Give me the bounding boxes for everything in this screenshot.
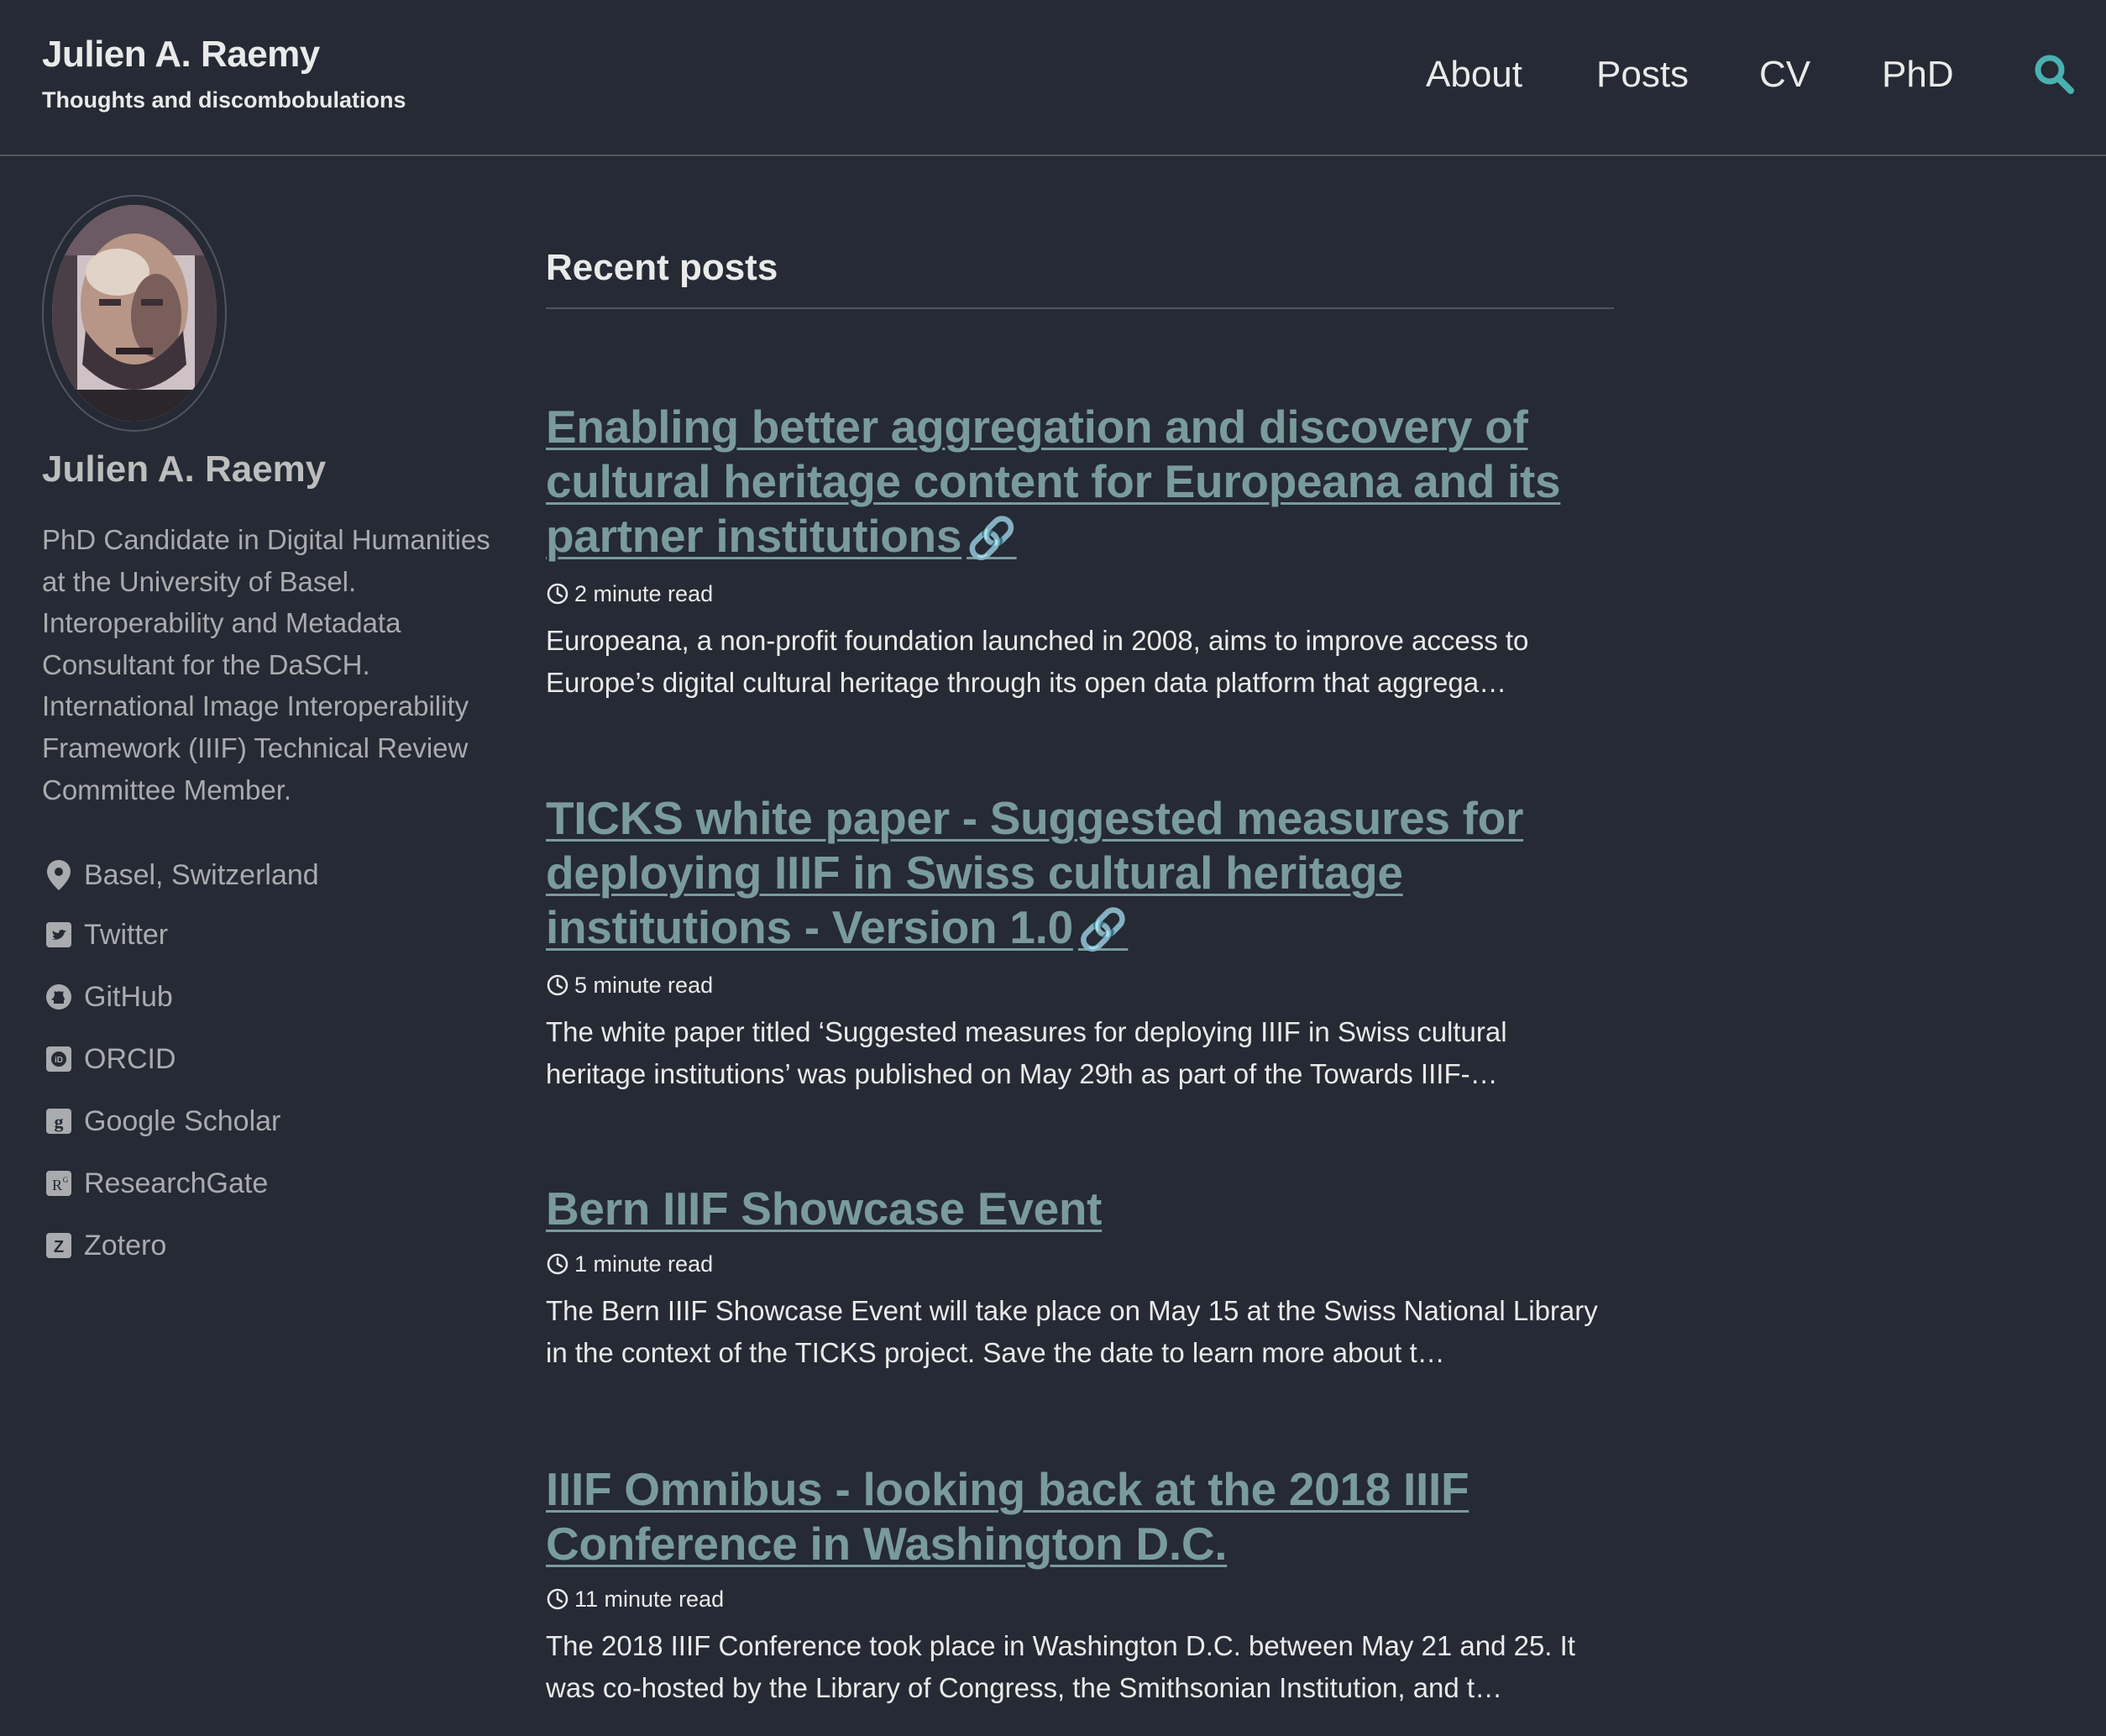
section-title: Recent posts: [546, 242, 1614, 309]
github-icon: [42, 980, 76, 1014]
author-name: Julien A. Raemy: [42, 448, 327, 490]
nav-posts[interactable]: Posts: [1596, 54, 1689, 96]
map-marker-icon: [42, 858, 76, 892]
post-item: TICKS white paper - Suggested measures f…: [546, 791, 1614, 1122]
google-scholar-icon: g: [42, 1104, 76, 1138]
masthead: Julien A. Raemy Thoughts and discombobul…: [0, 0, 2106, 156]
read-time-label: 5 minute read: [574, 972, 714, 998]
sidebar-link-label[interactable]: ORCID: [84, 1043, 176, 1076]
researchgate-icon: RG: [42, 1167, 76, 1200]
post-item: Enabling better aggregation and discover…: [546, 400, 1614, 731]
clock-icon: [547, 1588, 568, 1610]
post-item: Bern IIIF Showcase Event 1 minute read T…: [546, 1182, 1614, 1401]
svg-text:g: g: [55, 1111, 64, 1132]
post-excerpt: Europeana, a non-profit foundation launc…: [546, 625, 1529, 698]
svg-text:G: G: [63, 1176, 69, 1184]
site-subtitle: Thoughts and discombobulations: [42, 87, 406, 113]
svg-text:R: R: [52, 1177, 62, 1193]
post-excerpt: The Bern IIIF Showcase Event will take p…: [546, 1295, 1598, 1368]
clock-icon: [547, 1253, 568, 1275]
read-time: 2 minute read: [546, 578, 1614, 610]
svg-text:iD: iD: [55, 1056, 63, 1065]
sidebar-link-orcid[interactable]: iD ORCID: [42, 1028, 512, 1090]
clock-icon: [547, 583, 568, 605]
post-title-text[interactable]: Bern IIIF Showcase Event: [546, 1183, 1102, 1235]
clock-icon: [547, 974, 568, 996]
read-time: 5 minute read: [546, 969, 1614, 1001]
sidebar-link-github[interactable]: GitHub: [42, 966, 512, 1028]
search-icon[interactable]: [2032, 52, 2076, 96]
sidebar-link-google-scholar[interactable]: g Google Scholar: [42, 1090, 512, 1152]
site-title[interactable]: Julien A. Raemy: [42, 34, 320, 76]
avatar: [42, 195, 227, 432]
zotero-icon: Z: [42, 1229, 76, 1262]
twitter-icon: [42, 918, 76, 952]
read-time-label: 2 minute read: [574, 580, 714, 606]
sidebar-link-label[interactable]: ResearchGate: [84, 1167, 268, 1200]
post-title-link[interactable]: IIIF Omnibus - looking back at the 2018 …: [546, 1462, 1614, 1571]
post-title-text[interactable]: IIIF Omnibus - looking back at the 2018 …: [546, 1463, 1469, 1570]
svg-text:Z: Z: [54, 1238, 64, 1256]
permalink-icon[interactable]: 🔗: [1078, 908, 1129, 952]
sidebar-link-researchgate[interactable]: RG ResearchGate: [42, 1152, 512, 1214]
post-excerpt: The 2018 IIIF Conference took place in W…: [546, 1630, 1575, 1703]
read-time: 11 minute read: [546, 1583, 1614, 1615]
avatar-photo: [52, 205, 217, 422]
permalink-icon[interactable]: 🔗: [967, 517, 1017, 561]
post-title-link[interactable]: Bern IIIF Showcase Event: [546, 1182, 1614, 1236]
sidebar-link-zotero[interactable]: Z Zotero: [42, 1214, 512, 1277]
nav-about[interactable]: About: [1426, 54, 1522, 96]
orcid-icon: iD: [42, 1042, 76, 1076]
main-content: Recent posts Enabling better aggregation…: [546, 242, 1614, 1703]
author-links: Basel, Switzerland Twitter GitHub iD ORC…: [42, 847, 512, 1277]
read-time-label: 1 minute read: [574, 1251, 714, 1277]
sidebar-link-label[interactable]: Google Scholar: [84, 1105, 280, 1138]
post-title-text[interactable]: Enabling better aggregation and discover…: [546, 401, 1561, 562]
post-item: IIIF Omnibus - looking back at the 2018 …: [546, 1462, 1614, 1736]
post-title-text[interactable]: TICKS white paper - Suggested measures f…: [546, 792, 1523, 953]
nav-phd[interactable]: PhD: [1882, 54, 1954, 96]
sidebar-link-label[interactable]: Twitter: [84, 919, 168, 952]
sidebar-link-label[interactable]: Zotero: [84, 1230, 166, 1262]
post-excerpt: The white paper titled ‘Suggested measur…: [546, 1016, 1507, 1089]
post-title-link[interactable]: TICKS white paper - Suggested measures f…: [546, 791, 1614, 957]
nav-cv[interactable]: CV: [1759, 54, 1810, 96]
location-label: Basel, Switzerland: [84, 858, 319, 891]
author-bio: PhD Candidate in Digital Humanities at t…: [42, 524, 490, 805]
portrait-image: [52, 205, 217, 422]
post-title-link[interactable]: Enabling better aggregation and discover…: [546, 400, 1614, 566]
sidebar-link-label[interactable]: GitHub: [84, 981, 173, 1014]
location-item: Basel, Switzerland: [42, 847, 512, 904]
sidebar-link-twitter[interactable]: Twitter: [42, 904, 512, 966]
read-time: 1 minute read: [546, 1248, 1614, 1280]
read-time-label: 11 minute read: [574, 1586, 725, 1612]
